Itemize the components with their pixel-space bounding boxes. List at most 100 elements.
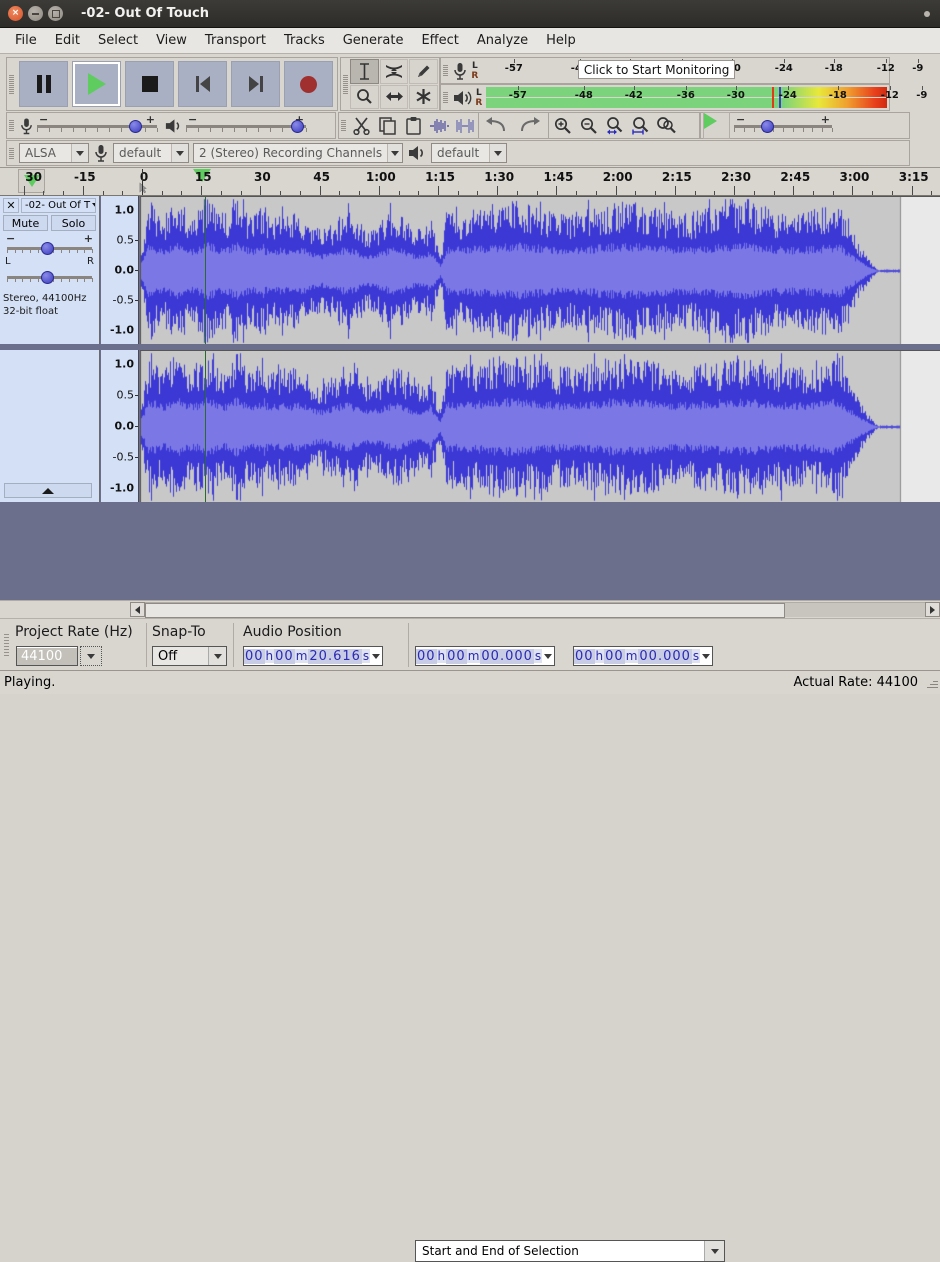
output-volume-slider[interactable]: − + [186, 113, 307, 136]
track-control-panel[interactable]: ✕ -02- Out Of T Mute Solo − + L R Stereo… [0, 196, 100, 344]
mute-button[interactable]: Mute [3, 215, 48, 231]
track-gain-thumb[interactable] [41, 242, 54, 255]
menu-item-help[interactable]: Help [537, 30, 585, 51]
audio-host-chevron-down-icon[interactable] [71, 144, 88, 162]
paste-button[interactable] [400, 113, 426, 138]
input-volume-thumb[interactable] [129, 119, 142, 133]
selection-tool-button[interactable] [350, 59, 379, 84]
vertical-ruler-right[interactable]: 1.0 0.5 0.0 -0.5 -1.0 [101, 350, 139, 502]
track-gain-slider[interactable]: − + [3, 232, 96, 256]
recording-device-chevron-down-icon[interactable] [171, 144, 188, 162]
transport-toolbar-grip[interactable] [7, 58, 16, 110]
menu-item-edit[interactable]: Edit [46, 30, 89, 51]
snap-to-combo[interactable]: Off [152, 646, 227, 666]
maximize-window-icon[interactable] [48, 6, 63, 21]
undo-button[interactable] [479, 113, 513, 138]
minimize-window-icon[interactable] [28, 6, 43, 21]
fit-selection-button[interactable] [601, 113, 627, 138]
playback-meter-grip[interactable] [441, 85, 450, 110]
input-volume-slider[interactable]: − + [37, 113, 158, 136]
audio-position-field[interactable]: 00 h 00 m 20.616 s [243, 646, 384, 666]
envelope-tool-button[interactable] [379, 59, 409, 84]
menu-item-transport[interactable]: Transport [196, 30, 275, 51]
selection-mode-combo[interactable]: Start and End of Selection [415, 1240, 725, 1262]
recording-channels-combo[interactable]: 2 (Stereo) Recording Channels [193, 143, 403, 163]
scrollbar-track[interactable] [145, 602, 925, 618]
mixer-toolbar-grip[interactable] [7, 113, 16, 138]
menu-item-select[interactable]: Select [89, 30, 147, 51]
record-button[interactable] [284, 61, 333, 107]
copy-button[interactable] [374, 113, 400, 138]
recording-channels-chevron-down-icon[interactable] [387, 144, 402, 162]
pause-button[interactable] [19, 61, 68, 107]
waveform-left-channel[interactable] [140, 196, 940, 344]
track-collapse-button[interactable] [4, 483, 92, 498]
snap-to-chevron-down-icon[interactable] [208, 647, 226, 665]
cut-button[interactable] [348, 113, 374, 138]
recording-meter-toolbar[interactable]: L R -57-48-42-36-30-24-18-12-9-6-30 Clic… [440, 57, 923, 84]
edit-toolbar-grip[interactable] [339, 113, 348, 138]
recording-device-combo[interactable]: default [113, 143, 189, 163]
recording-meter-bar[interactable]: -57-48-42-36-30-24-18-12-9-6-30 Click to… [482, 59, 923, 82]
skip-to-start-button[interactable] [178, 61, 227, 107]
playback-meter-bar[interactable]: -57-48-42-36-30-24-18-12-9-6-30 [485, 86, 927, 109]
zoom-in-button[interactable] [549, 113, 575, 138]
device-toolbar-grip[interactable] [7, 141, 16, 165]
menu-item-generate[interactable]: Generate [334, 30, 413, 51]
menu-item-effect[interactable]: Effect [412, 30, 467, 51]
trim-audio-button[interactable] [426, 113, 452, 138]
playback-meter-toolbar[interactable]: L R -57-48-42-36-30-24-18-12-9-6-30 [440, 84, 927, 111]
selection-toolbar-grip[interactable] [2, 623, 11, 667]
zoom-out-button[interactable] [575, 113, 601, 138]
audio-position-chevron-down-icon[interactable] [370, 647, 383, 665]
project-rate-input[interactable]: 44100 [16, 646, 78, 666]
track-pan-thumb[interactable] [41, 271, 54, 284]
project-rate-dropdown-button[interactable] [80, 646, 102, 666]
play-at-speed-button[interactable] [703, 112, 730, 139]
close-track-button[interactable]: ✕ [3, 198, 19, 213]
selection-end-field[interactable]: 00 h 00 m 00.000 s [573, 646, 714, 666]
silence-audio-button[interactable] [452, 113, 478, 138]
selection-start-chevron-down-icon[interactable] [542, 647, 555, 665]
selection-start-field[interactable]: 00 h 00 m 00.000 s [415, 646, 556, 666]
recording-meter-grip[interactable] [441, 58, 450, 83]
selection-end-chevron-down-icon[interactable] [700, 647, 713, 665]
play-speed-thumb[interactable] [761, 119, 774, 133]
skip-to-end-button[interactable] [231, 61, 280, 107]
zoom-tool-button[interactable] [350, 84, 379, 109]
scroll-left-button[interactable] [130, 602, 145, 617]
menu-item-tracks[interactable]: Tracks [275, 30, 334, 51]
time-shift-tool-button[interactable] [379, 84, 409, 109]
redo-button[interactable] [513, 113, 547, 138]
play-speed-slider[interactable]: − + [734, 113, 833, 136]
output-volume-thumb[interactable] [291, 119, 304, 133]
window-menu-icon[interactable] [914, 10, 940, 17]
track-pan-slider[interactable] [3, 267, 96, 287]
menu-item-analyze[interactable]: Analyze [468, 30, 537, 51]
solo-button[interactable]: Solo [51, 215, 96, 231]
stop-button[interactable] [125, 61, 174, 107]
menu-item-file[interactable]: File [6, 30, 46, 51]
playback-device-chevron-down-icon[interactable] [489, 144, 506, 162]
draw-tool-button[interactable] [409, 59, 438, 84]
scroll-right-button[interactable] [925, 602, 940, 617]
play-button[interactable] [72, 61, 121, 107]
audio-host-combo[interactable]: ALSA [19, 143, 89, 163]
horizontal-scrollbar[interactable] [0, 600, 940, 618]
playback-device-combo[interactable]: default [431, 143, 507, 163]
zoom-toggle-button[interactable] [653, 113, 679, 138]
fit-project-button[interactable] [627, 113, 653, 138]
vertical-ruler-left[interactable]: 1.0 0.5 0.0 -0.5 -1.0 [101, 196, 139, 344]
tools-toolbar-grip[interactable] [341, 58, 350, 110]
selection-mode-chevron-down-icon[interactable] [704, 1241, 724, 1261]
timeline-ruler[interactable]: 30 -15 0 15 30 45 1:00 1:15 1:30 1:45 2:00 2:15 2:30… [0, 168, 940, 196]
waveform-right-channel[interactable] [140, 350, 940, 502]
start-monitoring-tooltip[interactable]: Click to Start Monitoring [577, 60, 736, 79]
multi-tool-button[interactable] [409, 84, 438, 109]
track-control-panel-lower[interactable] [0, 350, 100, 502]
menu-item-view[interactable]: View [147, 30, 196, 51]
close-window-icon[interactable]: × [8, 6, 23, 21]
track-name-dropdown[interactable]: -02- Out Of T [21, 198, 96, 213]
scrollbar-thumb[interactable] [145, 603, 785, 618]
resize-grip[interactable] [924, 676, 938, 690]
